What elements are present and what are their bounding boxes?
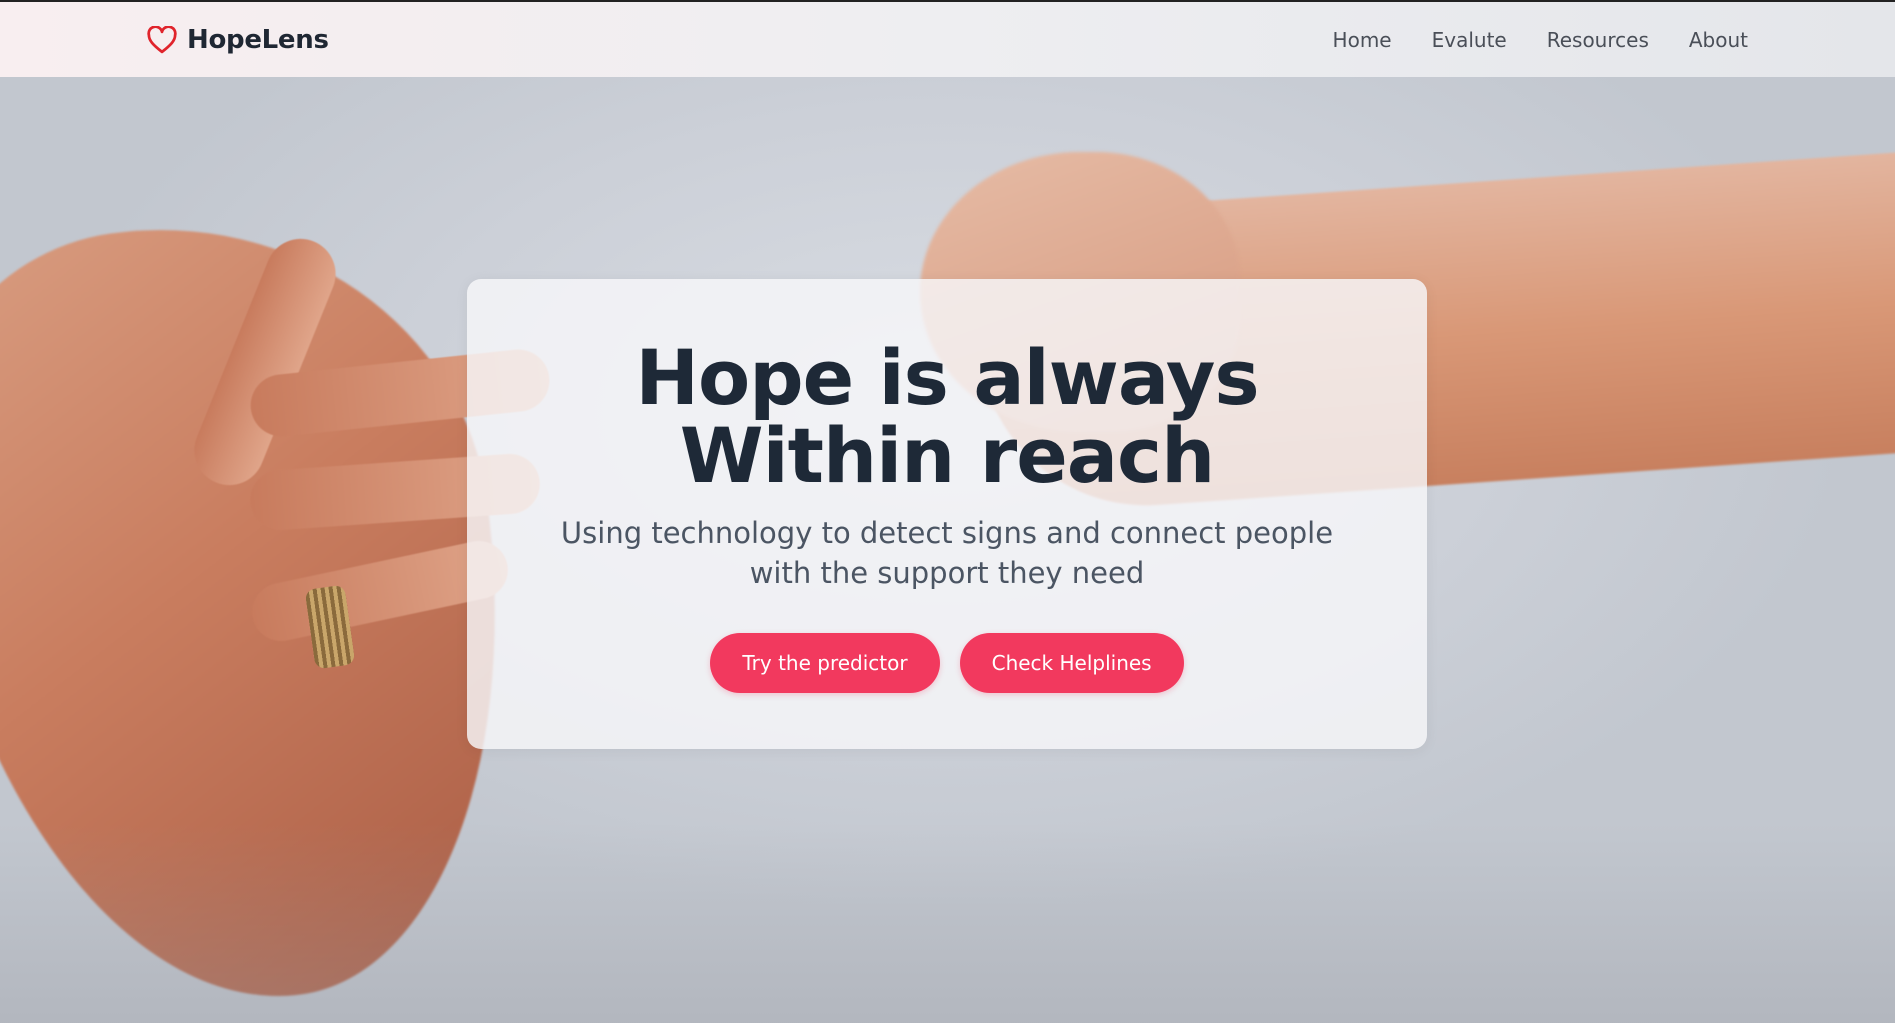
hero-subtitle: Using technology to detect signs and con… [560,516,1334,590]
nav-link-evaluate[interactable]: Evalute [1432,28,1507,52]
brand-logo-link[interactable]: HopeLens [147,2,329,77]
cta-button-row: Try the predictor Check Helplines [467,633,1427,693]
nav-link-resources[interactable]: Resources [1547,28,1649,52]
nav-link-home[interactable]: Home [1333,28,1392,52]
brand-name: HopeLens [187,24,329,55]
nav-links: Home Evalute Resources About [1333,2,1748,77]
hero-card: Hope is always Within reach Using techno… [467,279,1427,749]
nav-link-about[interactable]: About [1689,28,1748,52]
background-shadow [0,823,1895,1023]
try-predictor-button[interactable]: Try the predictor [710,633,940,693]
heart-outline-icon [147,24,177,54]
check-helplines-button[interactable]: Check Helplines [959,633,1184,693]
hero-title: Hope is always Within reach [635,333,1259,500]
top-navbar: HopeLens Home Evalute Resources About [0,2,1895,77]
